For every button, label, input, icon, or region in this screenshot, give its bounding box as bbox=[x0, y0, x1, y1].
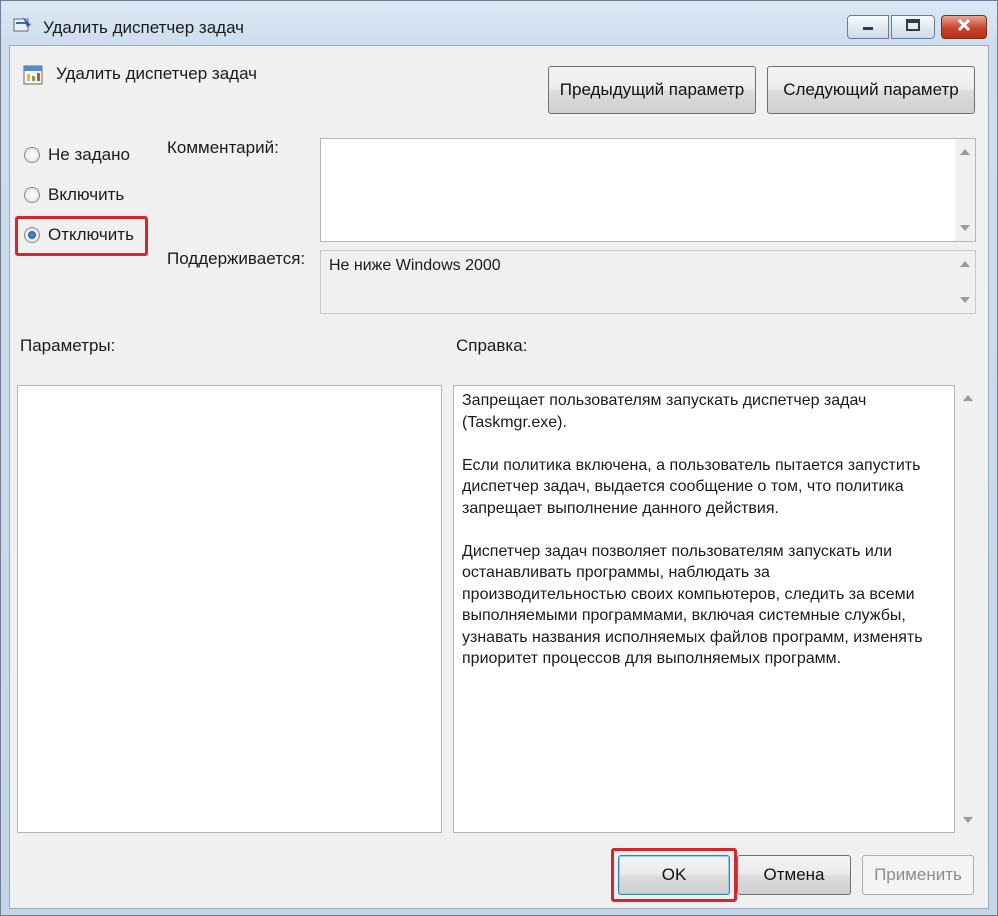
help-paragraph: Диспетчер задач позволяет пользователям … bbox=[462, 542, 923, 668]
comment-label: Комментарий: bbox=[167, 138, 279, 157]
help-scrollbar[interactable] bbox=[958, 385, 978, 833]
group-policy-icon bbox=[13, 16, 33, 34]
policy-setting-icon bbox=[22, 64, 44, 86]
maximize-button[interactable] bbox=[891, 15, 935, 39]
title-bar[interactable]: Удалить диспетчер задач bbox=[1, 1, 997, 43]
scroll-up-arrow-icon[interactable] bbox=[960, 149, 970, 155]
apply-button[interactable]: Применить bbox=[862, 855, 974, 895]
radio-button[interactable] bbox=[24, 147, 40, 163]
highlight-frame-disabled bbox=[15, 216, 148, 256]
previous-setting-button[interactable]: Предыдущий параметр bbox=[548, 66, 756, 114]
minimize-button[interactable] bbox=[847, 15, 889, 39]
highlight-frame-ok bbox=[611, 848, 737, 902]
radio-button[interactable] bbox=[24, 187, 40, 203]
supported-field: Не ниже Windows 2000 bbox=[320, 250, 976, 314]
next-setting-button[interactable]: Следующий параметр bbox=[767, 66, 975, 114]
radio-label: Не задано bbox=[48, 145, 130, 164]
minimize-icon bbox=[861, 18, 875, 36]
scroll-up-arrow-icon[interactable] bbox=[960, 261, 970, 267]
supported-scrollbar[interactable] bbox=[955, 251, 975, 313]
close-button[interactable] bbox=[941, 15, 987, 39]
help-text: Запрещает пользователям запускать диспет… bbox=[462, 390, 926, 691]
supported-label: Поддерживается: bbox=[167, 249, 306, 268]
scroll-down-arrow-icon[interactable] bbox=[960, 225, 970, 231]
scroll-down-arrow-icon[interactable] bbox=[963, 817, 973, 823]
window-title: Удалить диспетчер задач bbox=[43, 18, 245, 37]
policy-dialog-window: Удалить диспетчер задач Удалить диспетче… bbox=[0, 0, 998, 916]
supported-value: Не ниже Windows 2000 bbox=[329, 257, 501, 274]
help-paragraph: Запрещает пользователям запускать диспет… bbox=[462, 392, 867, 431]
scroll-up-arrow-icon[interactable] bbox=[963, 395, 973, 401]
close-icon bbox=[956, 18, 972, 37]
maximize-icon bbox=[905, 18, 921, 36]
help-paragraph: Если политика включена, а пользователь п… bbox=[462, 456, 921, 517]
scroll-down-arrow-icon[interactable] bbox=[960, 297, 970, 303]
cancel-button[interactable]: Отмена bbox=[737, 855, 851, 895]
policy-title: Удалить диспетчер задач bbox=[56, 64, 258, 83]
dialog-client-area: Удалить диспетчер задач Предыдущий парам… bbox=[9, 45, 989, 909]
options-label: Параметры: bbox=[20, 336, 116, 355]
options-panel[interactable] bbox=[17, 385, 442, 833]
radio-not-configured[interactable]: Не задано bbox=[24, 145, 130, 165]
comment-scrollbar[interactable] bbox=[955, 139, 975, 241]
radio-enabled[interactable]: Включить bbox=[24, 185, 124, 205]
help-label: Справка: bbox=[456, 336, 528, 355]
radio-label: Включить bbox=[48, 185, 125, 204]
comment-textarea[interactable] bbox=[320, 138, 976, 242]
help-panel[interactable]: Запрещает пользователям запускать диспет… bbox=[453, 385, 955, 833]
